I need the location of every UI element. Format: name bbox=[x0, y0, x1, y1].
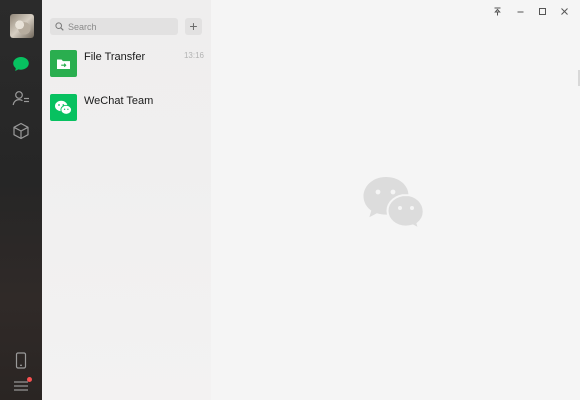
chat-list-item[interactable]: File Transfer 13:16 bbox=[42, 42, 211, 86]
phone-icon bbox=[15, 351, 27, 369]
menu-icon bbox=[13, 380, 29, 392]
sidebar-item-phone[interactable] bbox=[11, 350, 31, 370]
add-chat-button[interactable]: + bbox=[185, 18, 202, 35]
pin-icon[interactable] bbox=[490, 5, 504, 17]
wechat-watermark-icon bbox=[362, 175, 428, 231]
nav-rail bbox=[0, 0, 42, 400]
contacts-icon bbox=[12, 90, 30, 106]
wechat-logo-icon bbox=[50, 94, 77, 121]
close-icon[interactable] bbox=[557, 5, 571, 17]
chat-time: 13:16 bbox=[183, 51, 204, 60]
sidebar-item-contacts[interactable] bbox=[11, 88, 31, 108]
sidebar-item-favorites[interactable] bbox=[11, 121, 31, 141]
search-input[interactable] bbox=[68, 21, 168, 32]
chat-main-area bbox=[211, 0, 580, 400]
user-avatar[interactable] bbox=[10, 14, 34, 38]
chat-bubble-icon bbox=[12, 56, 30, 72]
search-icon bbox=[54, 22, 64, 32]
chat-list-item[interactable]: WeChat Team bbox=[42, 86, 211, 130]
minimize-icon[interactable] bbox=[513, 5, 527, 17]
notification-badge bbox=[27, 377, 32, 382]
chat-name: File Transfer bbox=[84, 51, 146, 63]
folder-transfer-icon bbox=[50, 50, 77, 77]
sidebar-item-chats[interactable] bbox=[11, 54, 31, 74]
chat-name: WeChat Team bbox=[84, 95, 154, 107]
search-box[interactable] bbox=[50, 18, 178, 35]
chat-list-panel: + File Transfer 13:16 bbox=[42, 0, 211, 400]
app-window: + File Transfer 13:16 bbox=[0, 0, 580, 400]
cube-icon bbox=[12, 122, 30, 140]
maximize-icon[interactable] bbox=[535, 5, 549, 17]
